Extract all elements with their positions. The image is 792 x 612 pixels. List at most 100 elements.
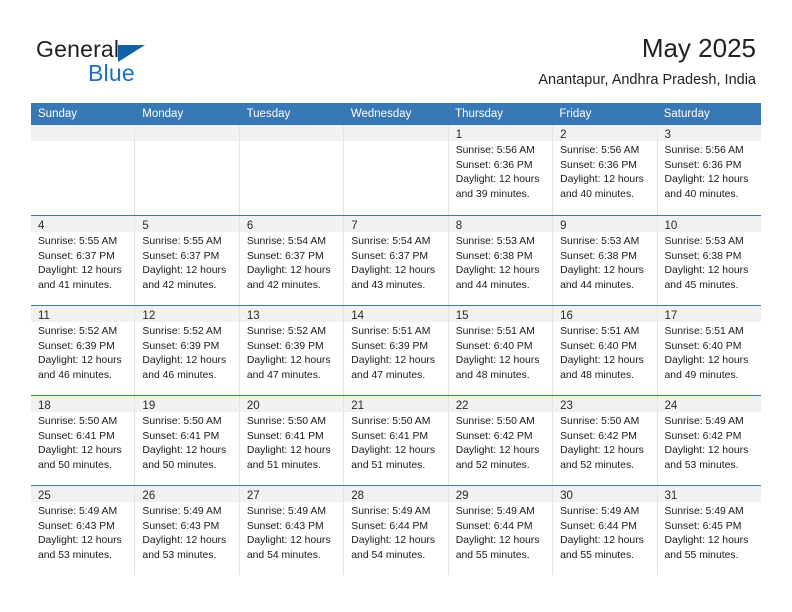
calendar-day-25[interactable]: 25 Sunrise: 5:49 AM Sunset: 6:43 PM Dayligh…	[31, 486, 136, 575]
calendar-day-18[interactable]: 18 Sunrise: 5:50 AM Sunset: 6:41 PM Dayligh…	[31, 396, 136, 485]
calendar-day-26[interactable]: 26 Sunrise: 5:49 AM Sunset: 6:43 PM Dayligh…	[135, 486, 240, 575]
day-details: Sunrise: 5:50 AM Sunset: 6:41 PM Daylight:…	[135, 412, 238, 473]
weekday-header-tuesday: Tuesday	[246, 108, 291, 120]
day-number-band: 17	[657, 306, 761, 322]
calendar-day-13[interactable]: 13 Sunrise: 5:52 AM Sunset: 6:39 PM Dayligh…	[239, 306, 345, 395]
day-detail-line: and 46 minutes.	[142, 369, 217, 381]
calendar-day-28[interactable]: 28 Sunrise: 5:49 AM Sunset: 6:44 PM Dayligh…	[344, 486, 449, 575]
day-number: 14	[351, 310, 365, 322]
day-number: 5	[142, 220, 149, 232]
logo-text-general: General	[36, 36, 120, 62]
calendar-day-14[interactable]: 14 Sunrise: 5:51 AM Sunset: 6:39 PM Dayligh…	[344, 306, 449, 395]
day-detail-line: and 41 minutes.	[38, 279, 112, 291]
day-detail-line: Sunrise: 5:56 AM	[560, 145, 640, 156]
day-details: Sunrise: 5:55 AM Sunset: 6:37 PM Daylight:…	[135, 232, 238, 293]
calendar-day-30[interactable]: 30 Sunrise: 5:49 AM Sunset: 6:44 PM Dayligh…	[553, 486, 658, 575]
day-number: 11	[38, 310, 50, 322]
day-detail-line: Sunset: 6:45 PM	[664, 520, 742, 532]
day-number-band: 1	[448, 125, 553, 141]
calendar-day-20[interactable]: 20 Sunrise: 5:50 AM Sunset: 6:41 PM Dayligh…	[239, 396, 345, 485]
day-detail-line: Daylight: 12 hours	[142, 265, 227, 277]
weekday-header-wednesday: Wednesday	[350, 108, 412, 120]
day-detail-line: Daylight: 12 hours	[246, 355, 331, 367]
day-detail-line: Daylight: 12 hours	[246, 445, 331, 457]
day-detail-line: and 44 minutes.	[455, 279, 530, 291]
day-detail-line: Sunset: 6:44 PM	[455, 520, 533, 532]
day-number: 20	[246, 400, 260, 412]
day-detail-line: Sunset: 6:38 PM	[455, 250, 533, 262]
day-detail-line: Daylight: 12 hours	[38, 445, 122, 457]
day-detail-line: Daylight: 12 hours	[142, 355, 227, 367]
day-detail-line: and 48 minutes.	[455, 369, 530, 381]
day-detail-line: Sunrise: 5:50 AM	[246, 416, 326, 427]
calendar-day-17[interactable]: 17 Sunrise: 5:51 AM Sunset: 6:40 PM Dayligh…	[657, 306, 761, 395]
calendar-day-8[interactable]: 8 Sunrise: 5:53 AM Sunset: 6:38 PM Daylight…	[448, 216, 554, 305]
day-number-band: 8	[448, 216, 553, 232]
calendar-day-9[interactable]: 9 Sunrise: 5:53 AM Sunset: 6:38 PM Daylight…	[553, 216, 658, 305]
day-detail-line: Sunset: 6:38 PM	[560, 250, 637, 262]
day-number-band: 29	[448, 486, 553, 502]
day-detail-line: Sunrise: 5:50 AM	[38, 416, 118, 427]
day-detail-line: Sunrise: 5:53 AM	[664, 236, 744, 247]
day-details: Sunrise: 5:51 AM Sunset: 6:40 PM Daylight:…	[449, 322, 552, 383]
day-details: Sunrise: 5:50 AM Sunset: 6:41 PM Daylight:…	[344, 412, 447, 473]
calendar-day-3[interactable]: 3 Sunrise: 5:56 AM Sunset: 6:36 PM Daylight…	[657, 125, 761, 215]
calendar-day-5[interactable]: 5 Sunrise: 5:55 AM Sunset: 6:37 PM Daylight…	[135, 216, 240, 305]
day-details: Sunrise: 5:51 AM Sunset: 6:40 PM Daylight:…	[553, 322, 656, 383]
day-detail-line: Sunset: 6:36 PM	[560, 159, 637, 171]
day-detail-line: Daylight: 12 hours	[351, 355, 436, 367]
day-detail-line: Daylight: 12 hours	[351, 265, 436, 277]
day-detail-line: Sunrise: 5:55 AM	[38, 236, 118, 247]
day-number: 7	[351, 220, 358, 232]
day-details: Sunrise: 5:49 AM Sunset: 6:42 PM Daylight:…	[658, 412, 761, 473]
general-blue-logo[interactable]: General Blue	[36, 36, 166, 88]
day-number: 27	[246, 490, 260, 502]
day-detail-line: Sunset: 6:37 PM	[142, 250, 220, 262]
calendar-day-2[interactable]: 2 Sunrise: 5:56 AM Sunset: 6:36 PM Daylight…	[553, 125, 658, 215]
calendar-day-10[interactable]: 10 Sunrise: 5:53 AM Sunset: 6:38 PM Dayligh…	[657, 216, 761, 305]
day-detail-line: Sunset: 6:41 PM	[351, 430, 429, 442]
day-details: Sunrise: 5:51 AM Sunset: 6:40 PM Daylight:…	[658, 322, 761, 383]
day-detail-line: Daylight: 12 hours	[142, 535, 227, 547]
day-detail-line: Daylight: 12 hours	[351, 535, 436, 547]
day-detail-line: Sunrise: 5:54 AM	[351, 236, 431, 247]
day-number-band: 2	[553, 125, 657, 141]
day-detail-line: Sunrise: 5:54 AM	[246, 236, 326, 247]
calendar-day-29[interactable]: 29 Sunrise: 5:49 AM Sunset: 6:44 PM Dayligh…	[448, 486, 554, 575]
calendar-day-12[interactable]: 12 Sunrise: 5:52 AM Sunset: 6:39 PM Dayligh…	[135, 306, 240, 395]
calendar-day-6[interactable]: 6 Sunrise: 5:54 AM Sunset: 6:37 PM Daylight…	[239, 216, 345, 305]
calendar-day-15[interactable]: 15 Sunrise: 5:51 AM Sunset: 6:40 PM Dayligh…	[448, 306, 554, 395]
calendar-day-31[interactable]: 31 Sunrise: 5:49 AM Sunset: 6:45 PM Dayligh…	[657, 486, 761, 575]
day-detail-line: and 40 minutes.	[664, 188, 739, 200]
day-detail-line: Daylight: 12 hours	[455, 535, 540, 547]
day-details: Sunrise: 5:49 AM Sunset: 6:44 PM Daylight:…	[344, 502, 447, 563]
day-detail-line: Daylight: 12 hours	[560, 445, 644, 457]
calendar-day-23[interactable]: 23 Sunrise: 5:50 AM Sunset: 6:42 PM Dayligh…	[553, 396, 658, 485]
day-number: 10	[664, 220, 678, 232]
weekday-header-friday: Friday	[559, 108, 592, 120]
calendar-day-1[interactable]: 1 Sunrise: 5:56 AM Sunset: 6:36 PM Daylight…	[448, 125, 554, 215]
calendar-day-11[interactable]: 11 Sunrise: 5:52 AM Sunset: 6:39 PM Dayligh…	[31, 306, 136, 395]
day-detail-line: Daylight: 12 hours	[455, 355, 540, 367]
calendar-day-4[interactable]: 4 Sunrise: 5:55 AM Sunset: 6:37 PM Daylight…	[31, 216, 136, 305]
day-details: Sunrise: 5:49 AM Sunset: 6:44 PM Daylight:…	[553, 502, 656, 563]
day-detail-line: and 50 minutes.	[38, 459, 112, 471]
day-number: 30	[560, 490, 573, 502]
day-detail-line: Sunset: 6:42 PM	[560, 430, 637, 442]
calendar-day-7[interactable]: 7 Sunrise: 5:54 AM Sunset: 6:37 PM Daylight…	[344, 216, 449, 305]
calendar-day-16[interactable]: 16 Sunrise: 5:51 AM Sunset: 6:40 PM Dayligh…	[553, 306, 658, 395]
calendar-day-27[interactable]: 27 Sunrise: 5:49 AM Sunset: 6:43 PM Dayligh…	[239, 486, 345, 575]
calendar-day-24[interactable]: 24 Sunrise: 5:49 AM Sunset: 6:42 PM Dayligh…	[657, 396, 761, 485]
day-number-band: 9	[553, 216, 657, 232]
day-number: 31	[664, 490, 678, 502]
day-number: 24	[664, 400, 678, 412]
day-number: 4	[38, 220, 45, 232]
calendar-day-22[interactable]: 22 Sunrise: 5:50 AM Sunset: 6:42 PM Dayligh…	[448, 396, 554, 485]
day-number: 28	[351, 490, 365, 502]
day-number: 1	[455, 129, 463, 141]
calendar-day-21[interactable]: 21 Sunrise: 5:50 AM Sunset: 6:41 PM Dayligh…	[344, 396, 449, 485]
day-detail-line: Sunrise: 5:53 AM	[455, 236, 535, 247]
calendar-day-19[interactable]: 19 Sunrise: 5:50 AM Sunset: 6:41 PM Dayligh…	[135, 396, 240, 485]
day-detail-line: Sunset: 6:43 PM	[38, 520, 115, 532]
day-detail-line: Sunset: 6:40 PM	[455, 340, 533, 352]
